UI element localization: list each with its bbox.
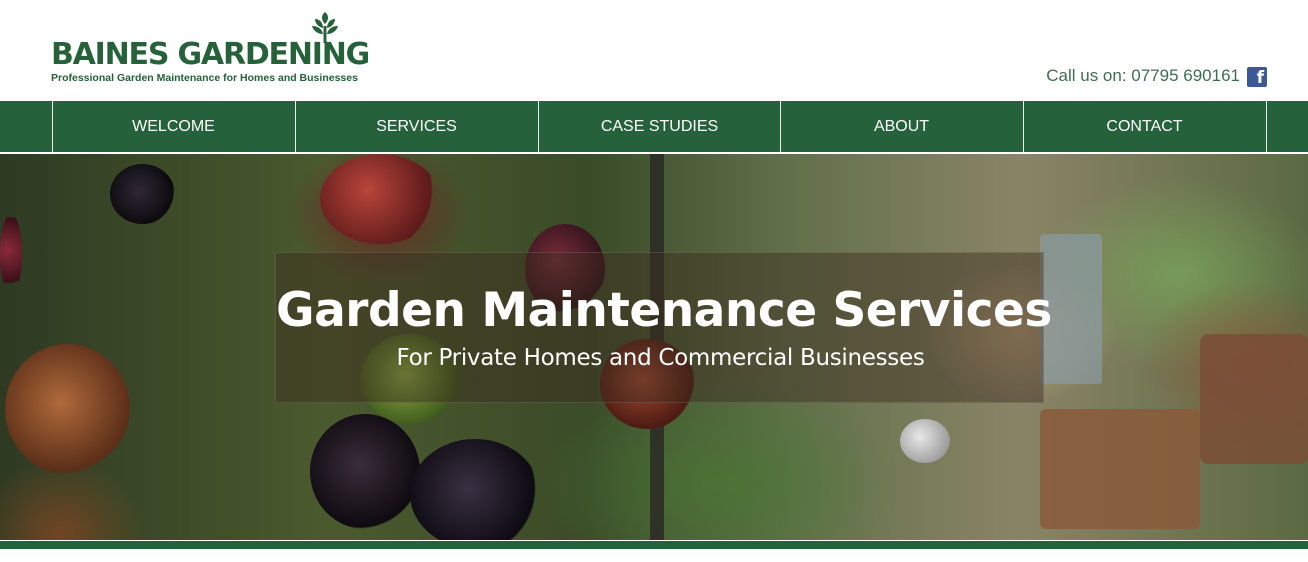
hero-photo-berry (110, 164, 175, 224)
nav-item-contact[interactable]: CONTACT (1023, 101, 1265, 153)
brand-tagline: Professional Garden Maintenance for Home… (51, 72, 358, 84)
main-nav: WELCOME SERVICES CASE STUDIES ABOUT CONT… (0, 101, 1308, 153)
site-logo[interactable]: BAINES GARDENING Professional Garden Mai… (51, 12, 381, 92)
hero-photo-berry (410, 439, 540, 540)
hero-photo-chair (1200, 334, 1308, 464)
footer-divider (0, 541, 1308, 549)
hero-photo-ball (900, 419, 950, 463)
hero-subtitle: For Private Homes and Commercial Busines… (396, 345, 925, 371)
hero-photo-berry (5, 344, 130, 474)
nav-divider (1266, 101, 1267, 153)
site-header: BAINES GARDENING Professional Garden Mai… (0, 0, 1308, 101)
nav-item-about[interactable]: ABOUT (780, 101, 1022, 153)
nav-item-services[interactable]: SERVICES (295, 101, 537, 153)
hero-photo-berry (310, 414, 420, 529)
brand-name: BAINES GARDENING (51, 37, 370, 72)
hero-caption: Garden Maintenance Services For Private … (275, 252, 1052, 403)
hero-photo-berry (0, 214, 22, 294)
hero-photo-berry (320, 154, 440, 244)
nav-item-welcome[interactable]: WELCOME (52, 101, 294, 153)
hero-photo-planter (1040, 409, 1200, 529)
hero-banner: Garden Maintenance Services For Private … (0, 154, 1308, 540)
nav-item-case-studies[interactable]: CASE STUDIES (538, 101, 780, 153)
call-us-phone[interactable]: Call us on: 07795 690161 (1046, 66, 1240, 86)
hero-title: Garden Maintenance Services (276, 283, 1052, 338)
facebook-icon[interactable]: f (1247, 67, 1267, 88)
